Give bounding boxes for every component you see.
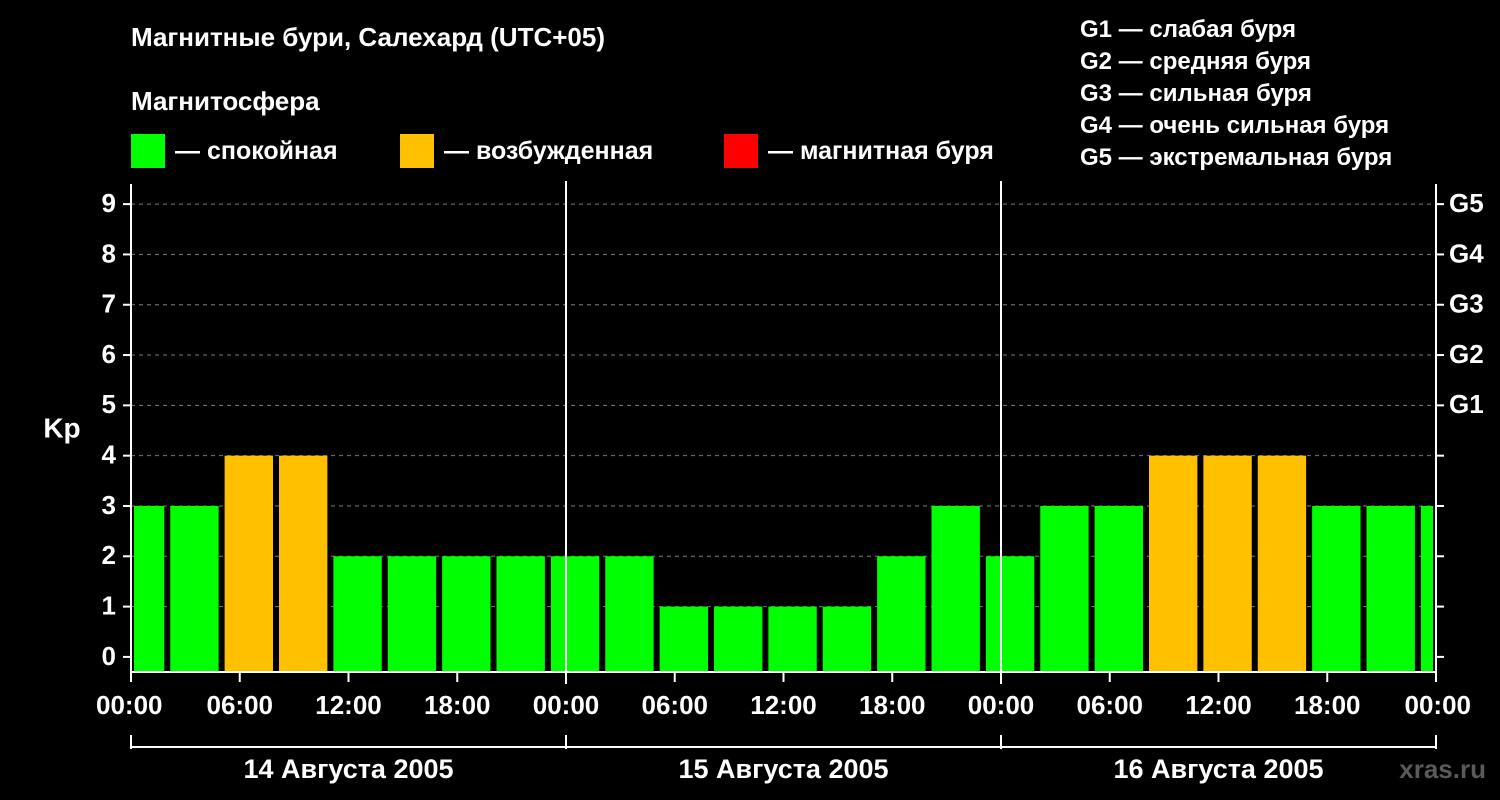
- kp-bar: [170, 505, 219, 673]
- kp-bar: [1040, 505, 1089, 673]
- y-tick-label: 3: [102, 490, 116, 520]
- kp-bar: [1094, 505, 1143, 673]
- kp-bar: [496, 556, 545, 673]
- kp-bar: [877, 556, 926, 673]
- x-tick-label: 18:00: [424, 690, 491, 720]
- kp-bar: [1203, 455, 1252, 673]
- kp-bar: [1366, 505, 1415, 673]
- kp-bar-chart: 0 1 2 3 4 5 6 7 8 9 G1 G2 G3 G4 G5 Kp 00:00 06:00 12:00 18:…: [43, 181, 1484, 784]
- kp-bar: [605, 556, 654, 673]
- y-tick-label: 4: [102, 440, 117, 470]
- x-tick-label: 06:00: [1077, 690, 1144, 720]
- kp-bar: [659, 606, 708, 673]
- kp-bar: [279, 455, 328, 673]
- g-tick-label: G2: [1449, 339, 1484, 369]
- day-label: 16 Августа 2005: [1113, 754, 1323, 784]
- kp-bar: [714, 606, 763, 673]
- y-tick-label: 7: [102, 289, 116, 319]
- x-tick-label: 18:00: [859, 690, 926, 720]
- y-tick-label: 0: [102, 641, 116, 671]
- y-tick-label: 2: [102, 540, 116, 570]
- kp-bar: [333, 556, 382, 673]
- x-tick-label: 18:00: [1294, 690, 1361, 720]
- day-label: 14 Августа 2005: [243, 754, 453, 784]
- kp-bar: [1149, 455, 1198, 673]
- kp-bar: [550, 556, 600, 673]
- x-tick-label: 06:00: [642, 690, 709, 720]
- x-tick-label: 06:00: [207, 690, 274, 720]
- x-tick-label: 00:00: [1405, 690, 1472, 720]
- x-tick-label: 00:00: [968, 690, 1035, 720]
- g-tick-label: G3: [1449, 289, 1484, 319]
- g-tick-label: G1: [1449, 389, 1484, 419]
- g-tick-label: G5: [1449, 188, 1484, 218]
- x-tick-label: 12:00: [1185, 690, 1252, 720]
- x-tick-label: 00:00: [533, 690, 600, 720]
- kp-bar: [985, 556, 1035, 673]
- kp-bar: [822, 606, 872, 673]
- watermark: xras.ru: [1399, 754, 1486, 784]
- kp-bar: [387, 556, 437, 673]
- kp-bar: [768, 606, 817, 673]
- x-tick-label: 12:00: [750, 690, 817, 720]
- kp-bar: [1257, 455, 1307, 673]
- kp-bar: [1312, 505, 1361, 673]
- kp-bar: [931, 505, 980, 673]
- y-tick-label: 5: [102, 389, 116, 419]
- kp-bar: [442, 556, 491, 673]
- x-tick-label: 00:00: [96, 690, 163, 720]
- kp-bar: [134, 505, 165, 673]
- y-tick-label: 6: [102, 339, 116, 369]
- day-label: 15 Августа 2005: [678, 754, 888, 784]
- y-axis-label: Kp: [43, 412, 80, 443]
- g-tick-label: G4: [1449, 238, 1484, 268]
- y-tick-label: 8: [102, 238, 116, 268]
- x-tick-label: 12:00: [315, 690, 382, 720]
- y-tick-label: 1: [102, 590, 116, 620]
- kp-bar: [1420, 505, 1433, 673]
- y-tick-label: 9: [102, 188, 116, 218]
- kp-bar: [224, 455, 273, 673]
